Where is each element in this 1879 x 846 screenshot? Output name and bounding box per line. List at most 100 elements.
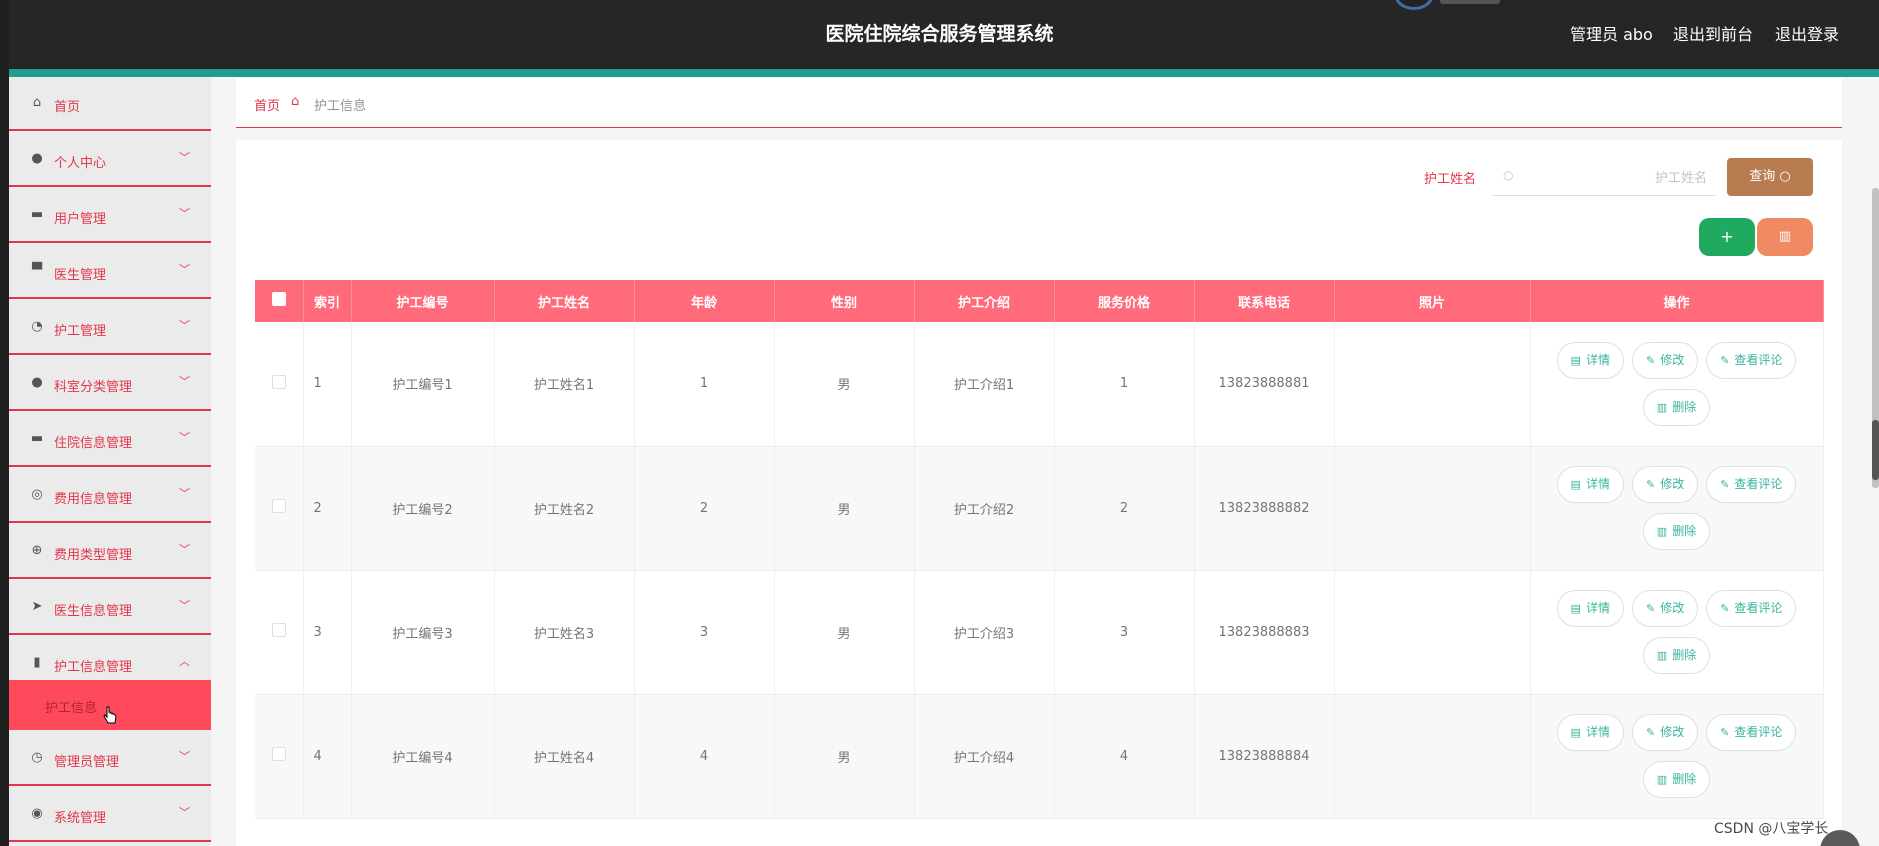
search-icon: ○ <box>1503 168 1514 182</box>
sidebar: ⌂ 首页 ● 个人中心 ﹀ ▬ 用户管理 ﹀ ▀ 医生管理 ﹀ ◔ 护工管理 ﹀… <box>9 77 211 846</box>
sidebar-item-label: 系统管理 <box>54 811 107 826</box>
admin-user-label[interactable]: 管理员 abo <box>1570 21 1653 45</box>
cell-name: 护工姓名3 <box>494 570 635 695</box>
cell-name: 护工姓名1 <box>494 322 635 447</box>
view-comments-button[interactable]: ✎ 查看评论 <box>1706 466 1797 503</box>
user-icon: ● <box>31 151 43 166</box>
edit-button[interactable]: ✎ 修改 <box>1631 466 1699 503</box>
document-icon: ▤ <box>1570 602 1581 615</box>
select-all-checkbox[interactable] <box>255 280 304 322</box>
cell-intro: 护工介绍4 <box>914 694 1055 819</box>
cell-age: 2 <box>634 446 775 571</box>
search-input[interactable] <box>1522 166 1707 190</box>
dashboard-icon: ◔ <box>31 319 43 334</box>
cell-price: 1 <box>1054 322 1195 447</box>
cell-gender: 男 <box>774 446 915 571</box>
cell-code: 护工编号2 <box>351 446 495 571</box>
sidebar-item-label: 管理员管理 <box>54 755 120 770</box>
row-checkbox[interactable] <box>255 322 304 447</box>
trash-icon: ▥ <box>1778 229 1792 244</box>
view-comments-button[interactable]: ✎ 查看评论 <box>1706 341 1797 379</box>
document-icon: ▤ <box>1570 726 1581 739</box>
edit-button[interactable]: ✎ 修改 <box>1631 714 1699 751</box>
sidebar-item-fees[interactable]: ◎ 费用信息管理 ﹀ <box>9 469 211 523</box>
sidebar-item-admins[interactable]: ◷ 管理员管理 ﹀ <box>9 732 211 786</box>
column-header: 护工编号 <box>351 280 495 322</box>
table-header-row: 索引 护工编号 护工姓名 年龄 性别 护工介绍 服务价格 联系电话 照片 操作 <box>255 280 1824 322</box>
sidebar-item-nurses[interactable]: ◔ 护工管理 ﹀ <box>9 301 211 355</box>
sidebar-item-label: 医生管理 <box>54 268 107 283</box>
detail-button[interactable]: ▤ 详情 <box>1556 466 1624 503</box>
exit-to-front-link[interactable]: 退出到前台 <box>1673 21 1753 45</box>
cell-intro: 护工介绍1 <box>914 322 1055 447</box>
sidebar-item-inpatient[interactable]: ▬ 住院信息管理 ﹀ <box>9 413 211 467</box>
window-edge <box>0 0 9 846</box>
trash-icon: ▥ <box>1656 649 1668 662</box>
row-checkbox[interactable] <box>255 694 304 819</box>
column-header: 索引 <box>303 280 352 322</box>
submenu-item-label: 护工信息 <box>45 701 98 716</box>
header-accent-line <box>0 69 1879 77</box>
sidebar-item-home[interactable]: ⌂ 首页 <box>9 77 211 131</box>
row-checkbox[interactable] <box>255 446 304 571</box>
column-header: 护工介绍 <box>914 280 1055 322</box>
column-header: 操作 <box>1530 280 1824 322</box>
logo-bar <box>1440 0 1500 4</box>
sidebar-item-label: 科室分类管理 <box>54 380 133 395</box>
cell-intro: 护工介绍2 <box>914 446 1055 571</box>
detail-button[interactable]: ▤ 详情 <box>1556 714 1624 751</box>
cell-actions: ▤ 详情 ✎ 修改 ✎ 查看评论 ▥ 删除 <box>1530 570 1824 695</box>
cell-actions: ▤ 详情 ✎ 修改 ✎ 查看评论 ▥ 删除 <box>1530 322 1824 447</box>
cell-photo <box>1334 322 1531 447</box>
column-header: 照片 <box>1334 280 1531 322</box>
sidebar-item-label: 首页 <box>54 100 81 115</box>
chevron-down-icon: ﹀ <box>179 750 190 763</box>
sidebar-item-doctor-info[interactable]: ➤ 医生信息管理 ﹀ <box>9 581 211 635</box>
edit-icon: ✎ <box>1720 478 1730 491</box>
cell-phone: 13823888883 <box>1194 570 1335 695</box>
sidebar-item-fee-types[interactable]: ⊕ 费用类型管理 ﹀ <box>9 525 211 579</box>
detail-button[interactable]: ▤ 详情 <box>1556 341 1624 379</box>
add-button[interactable]: + <box>1699 218 1755 256</box>
message-icon: ▬ <box>30 431 44 446</box>
row-checkbox[interactable] <box>255 570 304 695</box>
view-comments-button[interactable]: ✎ 查看评论 <box>1706 714 1797 751</box>
edit-button[interactable]: ✎ 修改 <box>1631 590 1699 627</box>
microphone-icon: ◎ <box>31 487 43 502</box>
logout-link[interactable]: 退出登录 <box>1775 21 1839 45</box>
edit-icon: ✎ <box>1645 602 1656 615</box>
edit-button[interactable]: ✎ 修改 <box>1631 341 1699 379</box>
batch-delete-button[interactable]: ▥ <box>1757 218 1813 256</box>
cell-gender: 男 <box>774 570 915 695</box>
breadcrumb-home[interactable]: 首页 <box>254 95 280 114</box>
chevron-down-icon: ﹀ <box>179 543 190 556</box>
query-button[interactable]: 查询 ○ <box>1727 158 1813 196</box>
delete-button[interactable]: ▥ 删除 <box>1642 761 1711 798</box>
table-row: 2 护工编号2 护工姓名2 2 男 护工介绍2 2 13823888882 ▤ 详… <box>255 446 1824 571</box>
delete-button[interactable]: ▥ 删除 <box>1642 637 1711 674</box>
sidebar-item-system[interactable]: ◉ 系统管理 ﹀ <box>9 788 211 842</box>
sidebar-item-departments[interactable]: ● 科室分类管理 ﹀ <box>9 357 211 411</box>
ticket-icon: ▬ <box>30 207 44 222</box>
sidebar-item-personal-center[interactable]: ● 个人中心 ﹀ <box>9 133 211 187</box>
top-header: 医院住院综合服务管理系统 管理员 abo 退出到前台 退出登录 <box>0 0 1879 846</box>
cell-phone: 13823888882 <box>1194 446 1335 571</box>
delete-button[interactable]: ▥ 删除 <box>1642 388 1711 426</box>
cell-index: 3 <box>303 570 352 695</box>
user-solid-icon: ● <box>31 375 43 390</box>
chevron-down-icon: ﹀ <box>179 151 190 164</box>
cell-photo <box>1334 446 1531 571</box>
column-header: 年龄 <box>634 280 775 322</box>
column-header: 服务价格 <box>1054 280 1195 322</box>
sidebar-item-label: 费用信息管理 <box>54 492 133 507</box>
chevron-up-icon: ︿ <box>179 655 190 668</box>
lifebuoy-icon: ◉ <box>31 806 43 821</box>
view-comments-button[interactable]: ✎ 查看评论 <box>1706 590 1797 627</box>
sidebar-item-users[interactable]: ▬ 用户管理 ﹀ <box>9 189 211 243</box>
detail-button[interactable]: ▤ 详情 <box>1556 590 1624 627</box>
sidebar-item-doctors[interactable]: ▀ 医生管理 ﹀ <box>9 245 211 299</box>
delete-button[interactable]: ▥ 删除 <box>1642 513 1711 550</box>
submenu-item-nurse-info[interactable]: 护工信息 <box>9 680 211 730</box>
hand-cursor-icon <box>103 706 117 724</box>
scrollbar-thumb[interactable] <box>1872 420 1879 480</box>
